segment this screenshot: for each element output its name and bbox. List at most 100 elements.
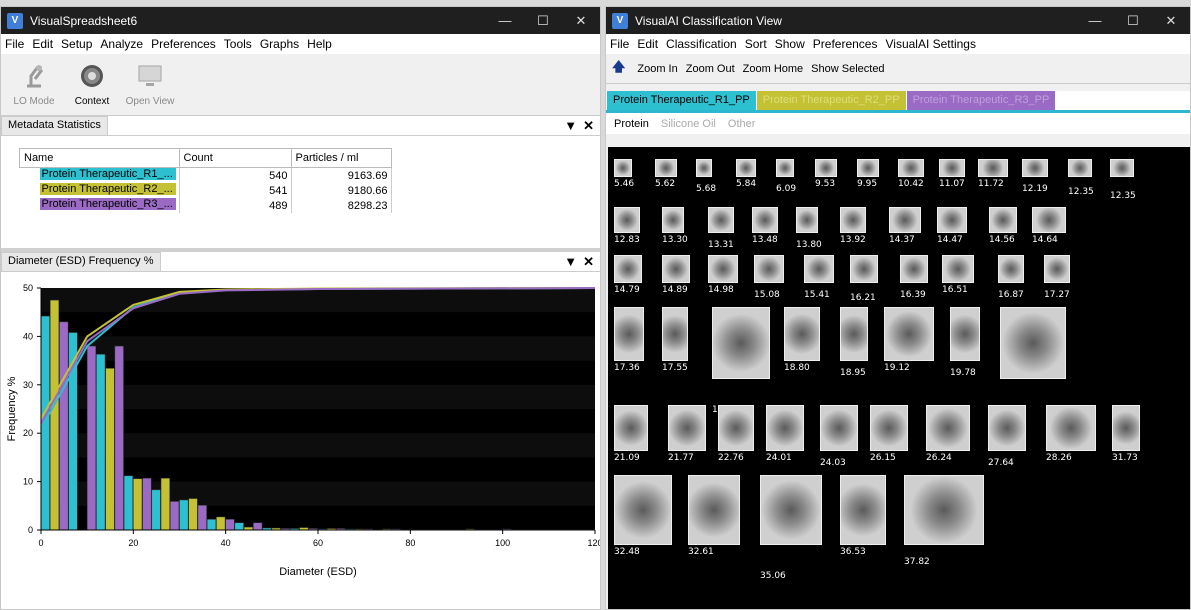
particle-thumbnail[interactable]: 13.92 [840, 207, 866, 245]
particle-thumbnail[interactable]: 24.01 [766, 405, 804, 463]
menu-file[interactable]: File [5, 37, 24, 51]
tab-protein-r2[interactable]: Protein Therapeutic_R2_PP [756, 91, 906, 110]
particle-thumbnail[interactable]: 26.15 [870, 405, 908, 463]
particle-thumbnail[interactable]: 16.51 [942, 255, 974, 295]
menu-sort[interactable]: Sort [745, 37, 767, 51]
menu-preferences[interactable]: Preferences [813, 37, 878, 51]
particle-thumbnail[interactable]: 5.46 [614, 159, 634, 189]
particle-thumbnail[interactable]: 36.53 [840, 475, 886, 557]
particle-thumbnail[interactable]: 9.95 [857, 159, 879, 189]
lo-mode-button[interactable]: LO Mode [7, 60, 61, 107]
particle-thumbnail[interactable]: 26.24 [926, 405, 970, 463]
particle-thumbnail[interactable]: 16.87 [998, 255, 1024, 300]
minimize-icon[interactable]: — [486, 13, 524, 28]
particle-thumbnail[interactable]: 5.68 [696, 159, 716, 194]
maximize-icon[interactable]: ☐ [524, 13, 562, 29]
particle-thumbnail[interactable]: 17.36 [614, 307, 644, 373]
particle-thumbnail[interactable]: 19.78 [950, 307, 980, 378]
header-count[interactable]: Count [178, 148, 292, 168]
particle-thumbnail[interactable]: 17.55 [662, 307, 688, 373]
table-row[interactable]: Protein Therapeutic_R3_... 489 8298.23 [19, 198, 392, 213]
particle-thumbnail[interactable]: 17.27 [1044, 255, 1070, 300]
table-row[interactable]: Protein Therapeutic_R1_... 540 9163.69 [19, 167, 392, 183]
menu-tools[interactable]: Tools [224, 37, 252, 51]
particle-thumbnail[interactable]: 10.42 [898, 159, 924, 189]
particle-thumbnail[interactable]: 13.30 [662, 207, 688, 245]
header-particles-per-ml[interactable]: Particles / ml [290, 148, 392, 168]
tab-other[interactable]: Other [728, 118, 756, 130]
tab-protein-r1[interactable]: Protein Therapeutic_R1_PP [607, 91, 756, 110]
dropdown-icon[interactable]: ▼ [564, 254, 577, 269]
particle-thumbnail[interactable]: 19.12 [884, 307, 934, 373]
menu-help[interactable]: Help [307, 37, 332, 51]
tab-protein[interactable]: Protein [614, 118, 649, 130]
particle-thumbnail[interactable]: 15.08 [754, 255, 784, 300]
particle-thumbnail[interactable]: 35.06 [760, 475, 822, 581]
particle-thumbnail[interactable]: 21.77 [668, 405, 706, 463]
arrow-up-icon[interactable]: 🡅 [612, 58, 625, 80]
close-icon[interactable]: ✕ [1152, 13, 1190, 29]
particle-thumbnail[interactable]: 11.72 [978, 159, 1008, 189]
particle-thumbnail[interactable]: 32.48 [614, 475, 672, 557]
particle-thumbnail[interactable]: 32.61 [688, 475, 740, 557]
particle-thumbnail[interactable]: 37.82 [904, 475, 984, 567]
menu-file[interactable]: File [610, 37, 629, 51]
particle-thumbnail[interactable]: 12.35 [1068, 159, 1094, 197]
menu-show[interactable]: Show [775, 37, 805, 51]
particle-thumbnail[interactable]: 16.21 [850, 255, 878, 303]
particle-thumbnail[interactable]: 14.64 [1032, 207, 1066, 245]
menu-graphs[interactable]: Graphs [260, 37, 299, 51]
particle-thumbnail[interactable]: 18.80 [784, 307, 820, 373]
particle-thumbnail[interactable]: 9.53 [815, 159, 837, 189]
particle-thumbnail[interactable]: 5.62 [655, 159, 677, 189]
particle-thumbnail[interactable]: 24.03 [820, 405, 858, 468]
show-selected-button[interactable]: Show Selected [811, 63, 884, 75]
particle-thumbnail[interactable]: 14.56 [989, 207, 1017, 245]
menu-analyze[interactable]: Analyze [100, 37, 143, 51]
menu-classification[interactable]: Classification [666, 37, 737, 51]
zoom-home-button[interactable]: Zoom Home [743, 63, 804, 75]
particle-thumbnail[interactable]: 14.98 [708, 255, 738, 295]
menu-visualai-settings[interactable]: VisualAI Settings [885, 37, 976, 51]
menu-edit[interactable]: Edit [637, 37, 658, 51]
tab-metadata-statistics[interactable]: Metadata Statistics [1, 116, 108, 135]
open-view-button[interactable]: Open View [123, 60, 177, 107]
table-row[interactable]: Protein Therapeutic_R2_... 541 9180.66 [19, 183, 392, 198]
particle-thumbnail[interactable]: 12.83 [614, 207, 640, 245]
particle-thumbnail[interactable]: 15.41 [804, 255, 834, 300]
particle-thumbnail[interactable]: 16.39 [900, 255, 928, 300]
zoom-in-button[interactable]: Zoom In [637, 63, 677, 75]
menu-edit[interactable]: Edit [32, 37, 53, 51]
tab-diameter-frequency[interactable]: Diameter (ESD) Frequency % [1, 252, 161, 271]
particle-thumbnail[interactable]: 5.84 [736, 159, 756, 189]
tab-protein-r3[interactable]: Protein Therapeutic_R3_PP [906, 91, 1056, 110]
particle-thumbnail[interactable]: 14.37 [889, 207, 921, 245]
particle-thumbnail[interactable]: 13.31 [708, 207, 734, 250]
menu-preferences[interactable]: Preferences [151, 37, 216, 51]
header-name[interactable]: Name [19, 148, 180, 168]
particle-thumbnail[interactable]: 13.80 [796, 207, 822, 250]
particle-thumbnail[interactable]: 12.19 [1022, 159, 1048, 194]
particle-thumbnail[interactable]: 18.79 [712, 307, 770, 415]
particle-thumbnail[interactable]: 14.79 [614, 255, 642, 295]
minimize-icon[interactable]: — [1076, 13, 1114, 28]
menu-setup[interactable]: Setup [61, 37, 92, 51]
context-button[interactable]: Context [65, 60, 119, 107]
particle-thumbnail[interactable]: 31.73 [1112, 405, 1140, 463]
maximize-icon[interactable]: ☐ [1114, 13, 1152, 29]
dropdown-icon[interactable]: ▼ [564, 118, 577, 133]
particle-thumbnail[interactable]: 21.09 [614, 405, 648, 463]
particle-thumbnail[interactable]: 12.35 [1110, 159, 1136, 201]
close-icon[interactable]: ✕ [562, 13, 600, 29]
particle-thumbnail[interactable]: 14.47 [937, 207, 967, 245]
close-panel-icon[interactable]: ✕ [583, 118, 594, 134]
particle-thumbnail[interactable]: 18.95 [840, 307, 868, 378]
particle-thumbnail[interactable]: 22.76 [718, 405, 754, 463]
particle-thumbnail[interactable]: 28.26 [1046, 405, 1096, 463]
zoom-out-button[interactable]: Zoom Out [686, 63, 735, 75]
particle-thumbnail[interactable]: 27.64 [988, 405, 1026, 468]
particle-thumbnail[interactable]: 13.48 [752, 207, 778, 245]
particle-thumbnail[interactable]: 11.07 [939, 159, 965, 189]
close-panel-icon[interactable]: ✕ [583, 254, 594, 270]
particle-thumbnail[interactable]: 6.09 [776, 159, 796, 194]
